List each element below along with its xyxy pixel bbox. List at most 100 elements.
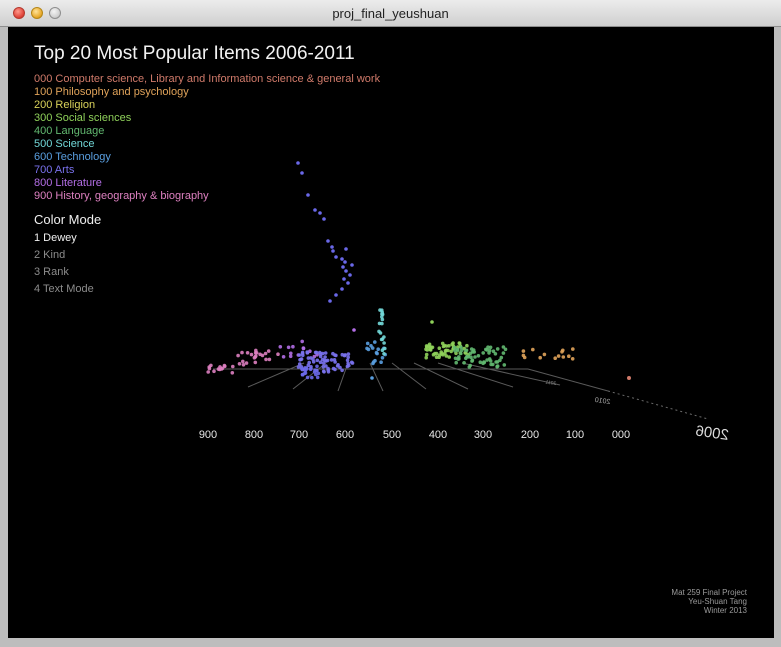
minimize-button[interactable] (31, 7, 43, 19)
visualization-canvas[interactable]: 900 800 700 600 500 400 300 200 100 000 2006 2010 20… (8, 27, 774, 638)
data-point (331, 249, 335, 253)
data-point (237, 362, 242, 366)
data-point (482, 360, 486, 364)
data-point (437, 346, 442, 351)
legend-item-700: 700 Arts (34, 164, 75, 176)
data-point (244, 361, 249, 365)
data-point (382, 341, 386, 345)
dewey-axis-label-600: 600 (336, 429, 354, 441)
data-point (288, 354, 293, 359)
data-point (459, 351, 463, 356)
data-point (305, 350, 310, 354)
data-point (241, 359, 245, 364)
data-point (365, 346, 369, 351)
data-point (441, 344, 446, 349)
data-point (542, 352, 547, 357)
data-point (254, 348, 258, 353)
zoom-button[interactable] (49, 7, 61, 19)
data-point (374, 350, 379, 355)
data-point (314, 372, 318, 377)
data-point (369, 344, 373, 348)
data-point (334, 353, 338, 358)
data-point (315, 364, 319, 369)
data-point (439, 350, 444, 354)
data-point (378, 308, 382, 312)
data-point (473, 355, 477, 359)
data-point (489, 362, 493, 367)
data-point (503, 347, 508, 352)
data-point (431, 352, 436, 357)
color-mode-rank[interactable]: 3 Rank (34, 264, 94, 281)
app-window: proj_final_yeushuan 900 800 700 600 500 400 30… (0, 0, 781, 647)
data-point (424, 352, 429, 357)
data-point (343, 260, 347, 264)
data-point (301, 353, 305, 358)
color-mode-text[interactable]: 4 Text Mode (34, 281, 94, 298)
color-mode-dewey[interactable]: 1 Dewey (34, 230, 94, 247)
year-label-2006: 2006 (694, 422, 729, 443)
data-point (328, 299, 332, 303)
data-point (286, 345, 291, 350)
data-point (260, 353, 265, 358)
data-point (485, 358, 489, 362)
data-point (491, 349, 496, 354)
data-point (379, 360, 383, 365)
data-point (449, 349, 454, 354)
legend-item-100: 100 Philosophy and psychology (34, 86, 189, 98)
data-point (297, 353, 302, 357)
data-point (318, 354, 323, 359)
color-mode-kind[interactable]: 2 Kind (34, 247, 94, 264)
data-point (306, 356, 311, 360)
data-point (365, 341, 370, 346)
data-point (254, 354, 258, 358)
year-label-2010: 2010 (594, 397, 611, 406)
data-point (314, 350, 319, 355)
data-point (231, 364, 235, 369)
title-bar[interactable]: proj_final_yeushuan (0, 0, 781, 27)
data-point (349, 360, 354, 365)
data-point (266, 349, 271, 353)
window-title: proj_final_yeushuan (332, 6, 449, 21)
data-point (240, 350, 244, 355)
data-point (627, 376, 631, 380)
data-point (488, 345, 493, 350)
dewey-axis-label-700: 700 (290, 429, 308, 441)
grid-line (247, 362, 305, 388)
grid-line (437, 362, 514, 388)
data-point (379, 337, 384, 342)
data-point (459, 348, 464, 353)
data-point (315, 358, 320, 363)
data-point (310, 375, 314, 380)
close-button[interactable] (13, 7, 25, 19)
data-point (340, 257, 344, 261)
data-point (223, 364, 227, 369)
legend-item-900: 900 History, geography & biography (34, 190, 209, 202)
legend-item-800: 800 Literature (34, 177, 102, 189)
data-point (323, 355, 327, 359)
data-point (330, 245, 334, 249)
data-point (522, 355, 527, 360)
data-point (424, 355, 429, 360)
data-point (323, 351, 328, 355)
data-point (291, 344, 295, 349)
dewey-axis-label-500: 500 (383, 429, 401, 441)
data-point (212, 369, 216, 374)
data-point (502, 363, 507, 367)
data-point (350, 263, 354, 267)
data-point (300, 372, 305, 377)
data-point (476, 354, 481, 358)
data-point (344, 247, 348, 251)
data-point (311, 357, 315, 362)
data-point (570, 357, 575, 361)
data-point (267, 357, 272, 362)
data-point (380, 356, 385, 360)
data-point (370, 376, 374, 380)
data-point (468, 363, 473, 368)
data-point (499, 355, 504, 360)
data-point (249, 352, 254, 357)
data-point (470, 358, 475, 363)
data-point (245, 351, 250, 355)
data-point (304, 366, 309, 370)
data-point (434, 351, 439, 356)
data-point (334, 255, 338, 259)
